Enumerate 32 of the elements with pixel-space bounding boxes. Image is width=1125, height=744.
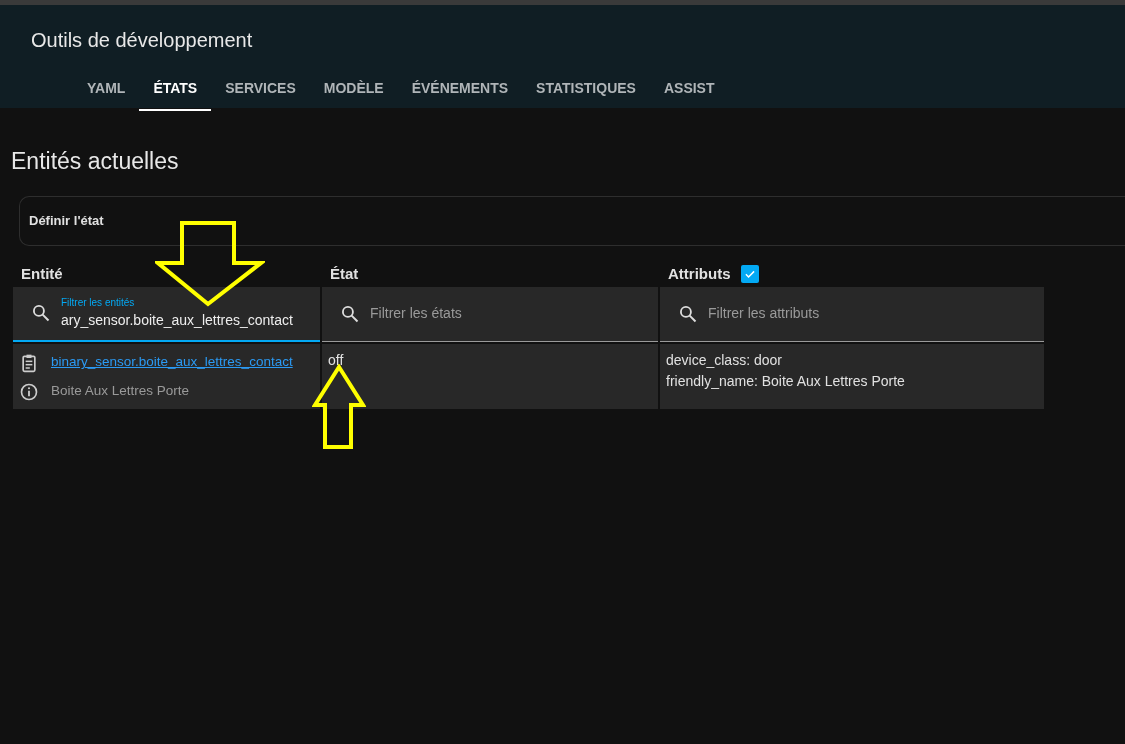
set-state-panel[interactable]: Définir l'état <box>19 195 1125 246</box>
tab[interactable]: YAML <box>73 69 140 111</box>
search-icon <box>678 303 698 324</box>
state-value: off <box>328 351 344 368</box>
filter-field[interactable]: Filtrer les entités ary_sensor.boite_aux_lettres_contact <box>13 286 320 342</box>
tab[interactable]: ÉVÉNEMENTS <box>397 69 523 111</box>
attribute-line: friendly_name: Boite Aux Lettres Porte <box>666 371 906 391</box>
tab[interactable]: ÉTATS <box>139 69 212 111</box>
search-icon <box>31 303 51 323</box>
search-icon <box>340 303 360 324</box>
filter-field[interactable]: Filtrer les états <box>322 286 658 342</box>
column-header: État <box>330 263 359 284</box>
page-title: Outils de développement <box>31 28 253 53</box>
filter-field[interactable]: Filtrer les attributs <box>660 286 1044 342</box>
attribute-line: device_class: door <box>666 350 783 370</box>
column-header: Entité <box>21 263 63 284</box>
panel-title: Définir l'état <box>29 211 104 230</box>
friendly-name: Boite Aux Lettres Porte <box>51 382 190 401</box>
attributes-checkbox[interactable] <box>740 265 759 283</box>
filter-input[interactable]: ary_sensor.boite_aux_lettres_contact <box>61 310 311 331</box>
column-header: Attributs <box>668 263 731 284</box>
section-title: Entités actuelles <box>11 147 180 176</box>
filter-input[interactable]: Filtrer les attributs <box>708 303 958 324</box>
tab[interactable]: SERVICES <box>211 69 310 111</box>
floating-label: Filtrer les entités <box>61 296 136 310</box>
tab[interactable]: MODÈLE <box>309 69 398 111</box>
entity-link[interactable]: binary_sensor.boite_aux_lettres_contact <box>51 352 293 373</box>
clipboard-icon[interactable] <box>19 352 39 373</box>
filter-input[interactable]: Filtrer les états <box>370 303 620 324</box>
tab[interactable]: STATISTIQUES <box>522 69 650 111</box>
info-icon[interactable] <box>19 381 39 402</box>
tab[interactable]: ASSIST <box>649 69 729 111</box>
